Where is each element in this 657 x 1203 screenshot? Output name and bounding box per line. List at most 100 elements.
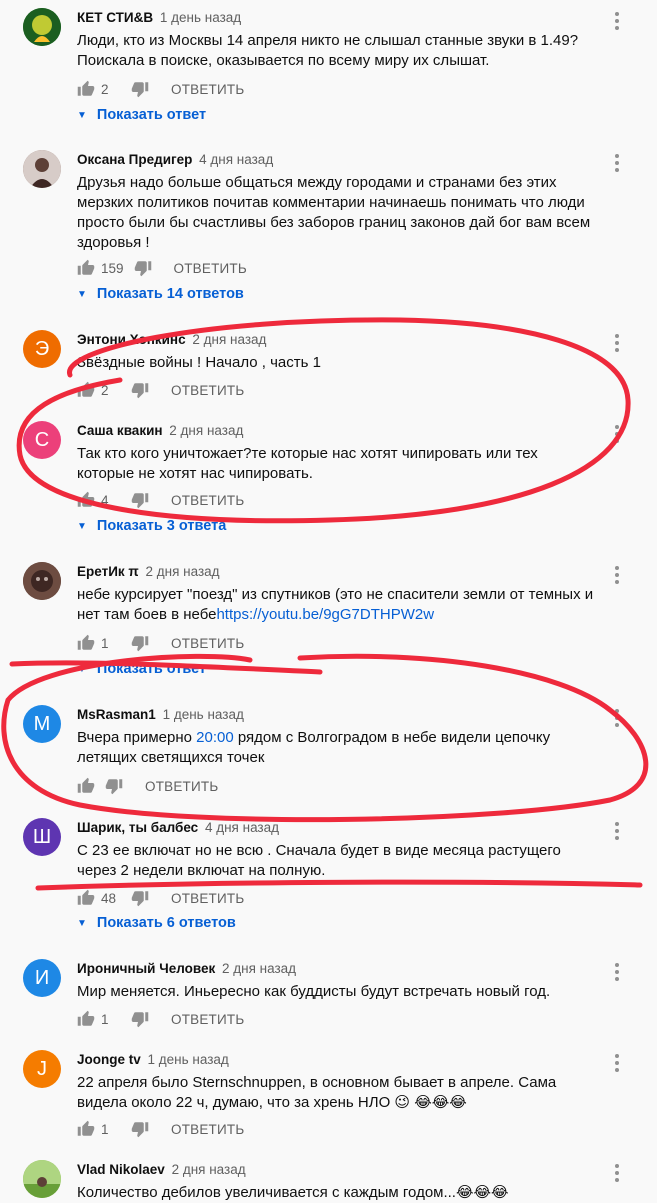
thumb-up-icon[interactable] [77,259,95,277]
more-vert-icon[interactable] [614,1054,620,1074]
thumb-down-icon[interactable] [131,1120,149,1138]
show-replies-button[interactable]: ▼ Показать ответ [77,107,206,123]
reply-button[interactable]: ОТВЕТИТЬ [171,1122,244,1137]
author-name[interactable]: MsRasman1 [77,707,156,722]
thumb-up-icon[interactable] [77,634,95,652]
like-count: 4 [101,492,109,508]
avatar-letter: С [34,428,50,451]
author-name[interactable]: Оксана Предигер [77,152,192,167]
comment-time[interactable]: 1 день назад [163,707,244,722]
thumb-up-icon[interactable] [77,381,95,399]
comment-time[interactable]: 2 дня назад [222,961,296,976]
reply-button[interactable]: ОТВЕТИТЬ [174,261,247,276]
comment-text: Количество дебилов увеличивается с кажды… [77,1184,509,1201]
comment-actions: 2 ОТВЕТИТЬ [77,380,244,400]
more-vert-icon[interactable] [614,709,620,729]
chevron-down-icon: ▼ [77,917,87,929]
avatar-letter: M [33,712,51,735]
comment-text: Мир меняется. Иньересно как буддисты буд… [77,983,551,1000]
reply-button[interactable]: ОТВЕТИТЬ [171,82,244,97]
author-name[interactable]: ЕретИк π [77,564,139,579]
show-replies-button[interactable]: ▼ Показать ответ [77,661,206,677]
reply-button[interactable]: ОТВЕТИТЬ [171,493,244,508]
more-vert-icon[interactable] [614,334,620,354]
thumb-up-icon[interactable] [77,1120,95,1138]
comment-actions: 4 ОТВЕТИТЬ [77,490,244,510]
avatar-image-icon [23,8,61,46]
show-replies-button[interactable]: ▼ Показать 3 ответа [77,518,226,534]
show-replies-button[interactable]: ▼ Показать 6 ответов [77,915,236,931]
comment-time[interactable]: 2 дня назад [192,332,266,347]
thumb-up-icon[interactable] [77,80,95,98]
avatar[interactable]: И [23,959,61,997]
comment-text: небе курсирует "поезд" из спутников (это… [77,585,597,625]
more-vert-icon[interactable] [614,425,620,445]
comment-time[interactable]: 2 дня назад [169,423,243,438]
thumb-up-icon[interactable] [77,491,95,509]
reply-button[interactable]: ОТВЕТИТЬ [145,779,218,794]
thumb-down-icon[interactable] [105,777,123,795]
timestamp-link[interactable]: 20:00 [196,729,234,746]
thumb-up-icon[interactable] [77,889,95,907]
comment-actions: ОТВЕТИТЬ [77,776,218,796]
more-vert-icon[interactable] [614,822,620,842]
avatar[interactable]: M [23,705,61,743]
avatar[interactable] [23,150,61,188]
reply-button[interactable]: ОТВЕТИТЬ [171,636,244,651]
author-name[interactable]: КЕТ СТИ&В [77,10,153,25]
avatar-letter: И [34,966,50,989]
author-name[interactable]: Энтони Хопкинс [77,332,186,347]
video-link[interactable]: https://youtu.be/9gG7DTHPW2w [216,606,434,623]
avatar[interactable] [23,8,61,46]
comment-header: Энтони Хопкинс 2 дня назад [77,332,266,347]
author-name[interactable]: Шарик, ты балбес [77,820,198,835]
avatar[interactable] [23,562,61,600]
comment-text: Так кто кого уничтожает?те которые нас х… [77,445,538,482]
reply-button[interactable]: ОТВЕТИТЬ [171,383,244,398]
avatar-image-icon [23,1160,61,1198]
show-replies-label: Показать 14 ответов [96,286,244,302]
comment-time[interactable]: 2 дня назад [146,564,220,579]
avatar[interactable]: С [23,421,61,459]
avatar[interactable]: Э [23,330,61,368]
comment-header: Саша квакин 2 дня назад [77,423,243,438]
avatar[interactable]: J [23,1050,61,1088]
thumb-down-icon[interactable] [131,634,149,652]
thumb-up-icon[interactable] [77,1010,95,1028]
more-vert-icon[interactable] [614,1164,620,1184]
thumb-down-icon[interactable] [134,259,152,277]
thumb-down-icon[interactable] [131,491,149,509]
comment-time[interactable]: 4 дня назад [205,820,279,835]
more-vert-icon[interactable] [614,12,620,32]
reply-button[interactable]: ОТВЕТИТЬ [171,1012,244,1027]
comment-time[interactable]: 2 дня назад [172,1162,246,1177]
comment-time[interactable]: 1 день назад [160,10,241,25]
comment-header: ЕретИк π 2 дня назад [77,564,220,579]
show-replies-label: Показать 3 ответа [96,518,227,534]
more-vert-icon[interactable] [614,566,620,586]
thumb-down-icon[interactable] [131,80,149,98]
avatar[interactable]: Ш [23,818,61,856]
thumb-down-icon[interactable] [131,889,149,907]
more-vert-icon[interactable] [614,154,620,174]
comment-actions: 159 ОТВЕТИТЬ [77,258,247,278]
comment-header: Ироничный Человек 2 дня назад [77,961,296,976]
thumb-down-icon[interactable] [131,381,149,399]
author-name[interactable]: Vlad Nikolaev [77,1162,165,1177]
author-name[interactable]: Joonge tv [77,1052,141,1067]
comment-time[interactable]: 1 день назад [148,1052,229,1067]
thumb-up-icon[interactable] [77,777,95,795]
author-name[interactable]: Ироничный Человек [77,961,215,976]
reply-button[interactable]: ОТВЕТИТЬ [171,891,244,906]
like-count: 1 [101,1121,109,1137]
comment-text: Друзья надо больше общаться между города… [77,174,591,251]
show-replies-button[interactable]: ▼ Показать 14 ответов [77,286,244,302]
chevron-down-icon: ▼ [77,288,87,300]
thumb-down-icon[interactable] [131,1010,149,1028]
comment-actions: 1 ОТВЕТИТЬ [77,633,244,653]
avatar-letter: Э [34,337,50,360]
avatar[interactable] [23,1160,61,1198]
author-name[interactable]: Саша квакин [77,423,163,438]
comment-time[interactable]: 4 дня назад [199,152,273,167]
more-vert-icon[interactable] [614,963,620,983]
